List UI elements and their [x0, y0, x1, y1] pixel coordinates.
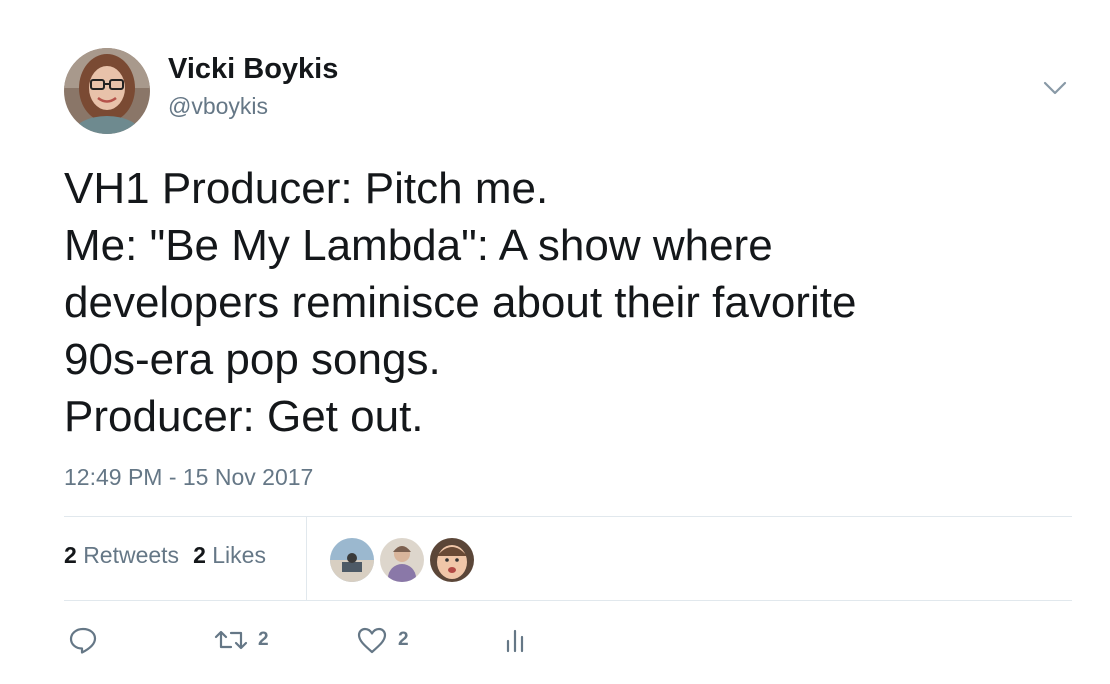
tweet-stats: 2 Retweets 2 Likes — [64, 541, 280, 569]
tweet-text-line: Producer: Get out. — [64, 392, 424, 441]
reply-button[interactable] — [68, 622, 98, 658]
liker-avatar[interactable] — [328, 536, 376, 584]
author-handle[interactable]: @vboykis — [168, 92, 268, 120]
tweet-text-line: 90s-era pop songs. — [64, 335, 441, 384]
analytics-icon — [502, 625, 528, 655]
heart-icon — [356, 625, 388, 655]
retweet-icon — [214, 625, 248, 655]
retweets-label: Retweets — [83, 542, 180, 568]
like-count: 2 — [398, 629, 409, 650]
analytics-button[interactable] — [502, 622, 528, 658]
likes-label: Likes — [212, 542, 266, 568]
divider — [64, 600, 1072, 601]
tweet-text-line: Me: "Be My Lambda": A show where — [64, 221, 773, 270]
likes-stat[interactable]: 2 Likes — [193, 541, 266, 569]
likes-count: 2 — [193, 542, 206, 568]
author-name[interactable]: Vicki Boykis — [168, 52, 338, 86]
liker-avatar[interactable] — [378, 536, 426, 584]
retweets-count: 2 — [64, 542, 77, 568]
retweet-count: 2 — [258, 629, 269, 650]
liker-avatar[interactable] — [428, 536, 476, 584]
tweet-timestamp[interactable]: 12:49 PM - 15 Nov 2017 — [64, 463, 313, 491]
reply-icon — [68, 625, 98, 655]
author-avatar[interactable] — [64, 48, 150, 134]
divider — [64, 516, 1072, 517]
retweet-button[interactable]: 2 — [214, 622, 269, 658]
tweet-text-line: developers reminisce about their favorit… — [64, 278, 857, 327]
tweet-card: Vicki Boykis @vboykis VH1 Producer: Pitc… — [0, 0, 1110, 684]
like-button[interactable]: 2 — [356, 622, 409, 658]
divider — [306, 516, 307, 600]
tweet-text: VH1 Producer: Pitch me. Me: "Be My Lambd… — [64, 160, 1064, 445]
tweet-actions: 2 2 — [64, 622, 664, 662]
chevron-down-icon[interactable] — [1042, 78, 1068, 98]
tweet-text-line: VH1 Producer: Pitch me. — [64, 164, 549, 213]
retweets-stat[interactable]: 2 Retweets — [64, 541, 179, 569]
